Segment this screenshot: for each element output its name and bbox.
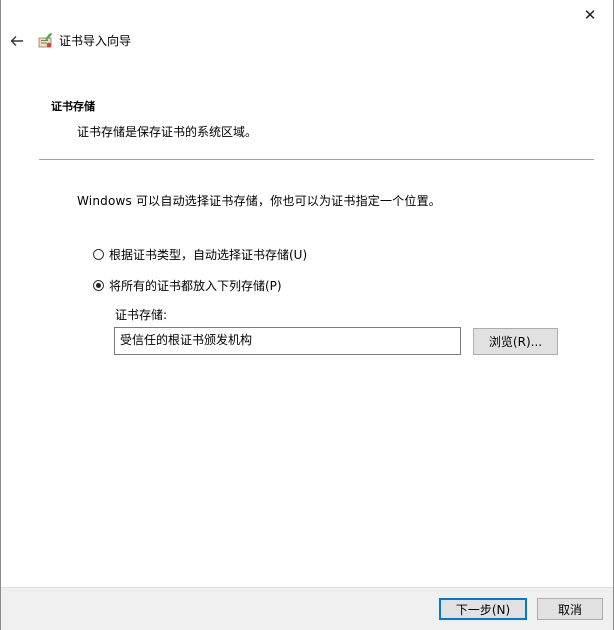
certificate-icon (38, 33, 52, 48)
intro-text: Windows 可以自动选择证书存储，你也可以为证书指定一个位置。 (77, 194, 441, 208)
wizard-header: 证书存储 证书存储是保存证书的系统区域。 (1, 62, 613, 182)
section-description: 证书存储是保存证书的系统区域。 (77, 125, 258, 139)
auto-select-radio[interactable] (93, 248, 104, 260)
place-all-certificates-option[interactable]: 将所有的证书都放入下列存储(P) (93, 276, 282, 294)
place-all-label[interactable]: 将所有的证书都放入下列存储(P) (109, 277, 282, 294)
place-all-radio[interactable] (93, 279, 104, 291)
auto-select-label[interactable]: 根据证书类型，自动选择证书存储(U) (109, 246, 307, 263)
section-title: 证书存储 (51, 100, 95, 113)
window-title: 证书导入向导 (59, 34, 132, 48)
back-arrow-icon[interactable] (9, 33, 25, 49)
title-bar: 证书导入向导 (1, 28, 613, 56)
certificate-store-field[interactable]: 受信任的根证书颁发机构 (114, 327, 461, 355)
next-button[interactable]: 下一步(N) (439, 598, 527, 620)
cancel-button[interactable]: 取消 (537, 598, 603, 620)
auto-select-store-option[interactable]: 根据证书类型，自动选择证书存储(U) (93, 245, 307, 263)
certificate-import-wizard-window: ✕ 证书导入向导 证书存储 证书存储是保存证书的系统区域。 Windows 可以… (0, 0, 614, 630)
browse-button[interactable]: 浏览(R)... (473, 328, 558, 355)
header-divider (39, 159, 594, 160)
wizard-footer: 下一步(N) 取消 (1, 587, 613, 630)
certificate-store-label: 证书存储: (115, 308, 168, 322)
close-button[interactable]: ✕ (567, 0, 613, 30)
close-icon: ✕ (583, 6, 597, 24)
